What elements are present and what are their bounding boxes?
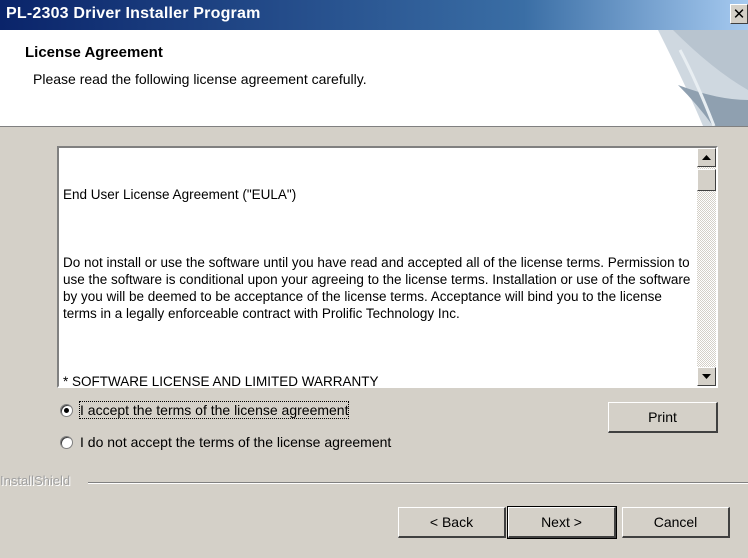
back-button[interactable]: < Back (398, 507, 506, 538)
cancel-button[interactable]: Cancel (622, 507, 730, 538)
decline-label[interactable]: I do not accept the terms of the license… (80, 434, 391, 450)
page-title: License Agreement (25, 44, 163, 61)
license-paragraph: * SOFTWARE LICENSE AND LIMITED WARRANTY … (63, 374, 379, 388)
footer-divider (88, 482, 748, 484)
decline-radio[interactable] (60, 435, 73, 449)
installshield-brand: InstallShield (0, 473, 71, 488)
next-button[interactable]: Next > (507, 506, 617, 539)
installer-graphic-icon (658, 30, 748, 126)
page-subtitle: Please read the following license agreem… (33, 71, 367, 87)
license-text: End User License Agreement ("EULA") Do n… (63, 152, 695, 388)
scroll-up-button[interactable] (697, 148, 716, 167)
accept-radio[interactable] (60, 403, 73, 417)
scroll-down-button[interactable] (697, 367, 716, 386)
arrow-up-icon (702, 154, 711, 160)
header-panel: License Agreement Please read the follow… (0, 30, 748, 127)
vertical-scrollbar[interactable] (697, 148, 716, 386)
decline-option[interactable]: I do not accept the terms of the license… (60, 432, 391, 452)
arrow-down-icon (702, 373, 711, 379)
scroll-thumb[interactable] (697, 169, 716, 191)
accept-label[interactable]: I accept the terms of the license agreem… (78, 401, 350, 419)
window-title: PL-2303 Driver Installer Program (6, 5, 261, 22)
print-button[interactable]: Print (608, 402, 718, 433)
title-bar: PL-2303 Driver Installer Program ✕ (0, 0, 748, 30)
license-paragraph: End User License Agreement ("EULA") (63, 187, 297, 202)
license-paragraph: Do not install or use the software until… (63, 255, 695, 321)
license-text-box[interactable]: End User License Agreement ("EULA") Do n… (57, 146, 718, 388)
accept-option[interactable]: I accept the terms of the license agreem… (60, 400, 350, 420)
close-icon: ✕ (732, 6, 746, 23)
close-button[interactable]: ✕ (730, 4, 748, 24)
